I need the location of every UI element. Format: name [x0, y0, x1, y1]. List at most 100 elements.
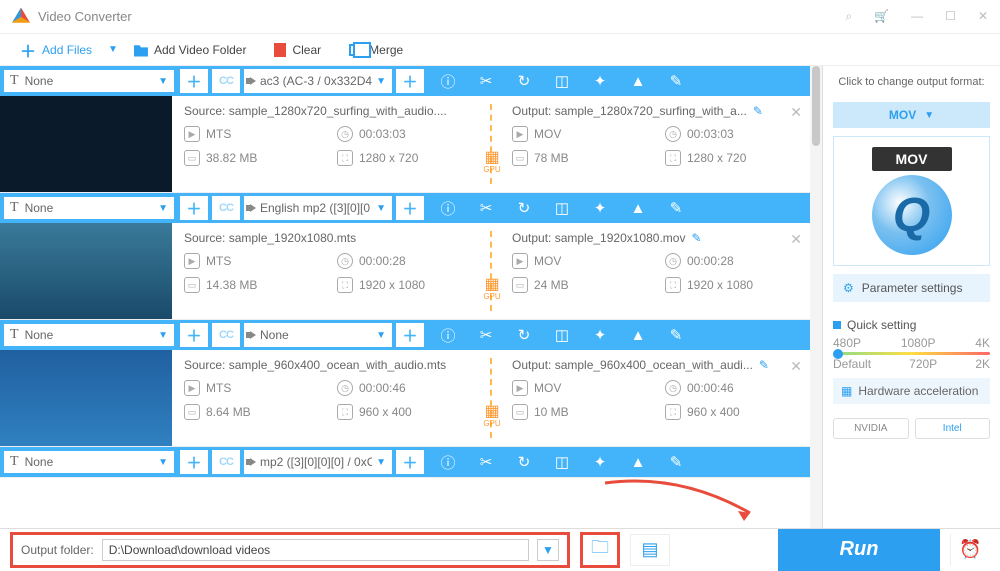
schedule-icon[interactable]: ⏰	[950, 534, 990, 566]
edit-tool-icon[interactable]: ✎	[658, 320, 694, 350]
source-size: ▭38.82 MB	[184, 150, 317, 166]
output-size: ▭78 MB	[512, 150, 645, 166]
video-thumbnail[interactable]	[0, 96, 172, 192]
info-tool-icon[interactable]: ⓘ	[430, 193, 466, 223]
rotate-tool-icon[interactable]: ↻	[506, 320, 542, 350]
audio-dropdown[interactable]: mp2 ([3][0][0][0] / 0xC▼	[244, 450, 392, 474]
rename-icon[interactable]: ✎	[753, 104, 763, 118]
clock-icon: ◷	[337, 126, 353, 142]
effects-tool-icon[interactable]: ✦	[582, 66, 618, 96]
watermark-tool-icon[interactable]: ▲	[620, 193, 656, 223]
subtitle-dropdown[interactable]: TNone▼	[3, 69, 175, 93]
crop-tool-icon[interactable]: ◫	[544, 447, 580, 477]
add-subtitle-button[interactable]: ＋	[180, 323, 208, 347]
audio-dropdown[interactable]: ac3 (AC-3 / 0x332D4▼	[244, 69, 392, 93]
add-subtitle-button[interactable]: ＋	[180, 450, 208, 474]
app-logo	[12, 8, 30, 26]
app-title: Video Converter	[38, 9, 132, 24]
output-filename: Output: sample_1280x720_surfing_with_a..…	[512, 104, 747, 118]
video-thumbnail[interactable]	[0, 350, 172, 446]
watermark-tool-icon[interactable]: ▲	[620, 447, 656, 477]
hardware-acceleration-toggle[interactable]: ▦Hardware acceleration	[833, 378, 990, 404]
rotate-tool-icon[interactable]: ↻	[506, 193, 542, 223]
watermark-tool-icon[interactable]: ▲	[620, 66, 656, 96]
format-dropdown[interactable]: MOV▼	[833, 102, 990, 128]
gpu-badge: GPU	[481, 277, 503, 299]
cut-tool-icon[interactable]: ✂	[468, 320, 504, 350]
cut-tool-icon[interactable]: ✂	[468, 66, 504, 96]
maximize-icon[interactable]: ☐	[945, 9, 956, 24]
crop-tool-icon[interactable]: ◫	[544, 66, 580, 96]
watermark-tool-icon[interactable]: ▲	[620, 320, 656, 350]
subtitle-dropdown[interactable]: TNone▼	[3, 323, 175, 347]
add-audio-button[interactable]: ＋	[396, 450, 424, 474]
sliders-icon: ⚙	[843, 281, 854, 295]
add-files-dropdown[interactable]: ▼	[108, 44, 118, 55]
cc-button[interactable]: CC	[212, 69, 240, 93]
remove-item-icon[interactable]: ✕	[790, 231, 802, 248]
output-duration: ◷00:03:03	[665, 126, 798, 142]
browse-folder-button[interactable]: 🗀	[580, 532, 620, 568]
format-badge: MOV	[872, 147, 952, 171]
gpu-badge: GPU	[481, 404, 503, 426]
parameter-settings-button[interactable]: ⚙Parameter settings	[833, 274, 990, 302]
cut-tool-icon[interactable]: ✂	[468, 447, 504, 477]
run-button[interactable]: Run	[778, 529, 940, 571]
quality-slider[interactable]: 480P1080P4K Default720P2K	[833, 336, 990, 360]
cart-icon[interactable]: 🛒	[874, 9, 889, 24]
cc-button[interactable]: CC	[212, 323, 240, 347]
minimize-icon[interactable]: —	[911, 9, 923, 24]
add-subtitle-button[interactable]: ＋	[180, 196, 208, 220]
rotate-tool-icon[interactable]: ↻	[506, 447, 542, 477]
list-item: TNone▼ ＋ CC None▼ ＋ ⓘ✂↻◫✦▲✎ Source: samp…	[0, 320, 810, 447]
output-folder-dropdown[interactable]: ▼	[537, 539, 559, 561]
add-audio-button[interactable]: ＋	[396, 196, 424, 220]
rotate-tool-icon[interactable]: ↻	[506, 66, 542, 96]
resolution-icon: ⛶	[337, 150, 353, 166]
output-folder-group: Output folder: ▼	[10, 532, 570, 568]
add-subtitle-button[interactable]: ＋	[180, 69, 208, 93]
nvidia-chip[interactable]: NVIDIA	[833, 418, 909, 439]
video-thumbnail[interactable]	[0, 223, 172, 319]
list-item: TNone▼ ＋ CC English mp2 ([3][0][0▼ ＋ ⓘ✂↻…	[0, 193, 810, 320]
format-preview[interactable]: MOV	[833, 136, 990, 266]
edit-tool-icon[interactable]: ✎	[658, 193, 694, 223]
edit-tool-icon[interactable]: ✎	[658, 447, 694, 477]
add-audio-button[interactable]: ＋	[396, 323, 424, 347]
crop-tool-icon[interactable]: ◫	[544, 320, 580, 350]
audio-dropdown[interactable]: English mp2 ([3][0][0▼	[244, 196, 392, 220]
add-files-button[interactable]: ＋Add Files	[8, 34, 104, 66]
subtitle-dropdown[interactable]: TNone▼	[3, 196, 175, 220]
cc-button[interactable]: CC	[212, 196, 240, 220]
info-tool-icon[interactable]: ⓘ	[430, 66, 466, 96]
cc-button[interactable]: CC	[212, 450, 240, 474]
info-tool-icon[interactable]: ⓘ	[430, 447, 466, 477]
output-folder-input[interactable]	[102, 539, 529, 561]
effects-tool-icon[interactable]: ✦	[582, 447, 618, 477]
remove-item-icon[interactable]: ✕	[790, 104, 802, 121]
add-audio-button[interactable]: ＋	[396, 69, 424, 93]
subtitle-dropdown[interactable]: TNone▼	[3, 450, 175, 474]
effects-tool-icon[interactable]: ✦	[582, 193, 618, 223]
remove-item-icon[interactable]: ✕	[790, 358, 802, 375]
crop-tool-icon[interactable]: ◫	[544, 193, 580, 223]
clear-button[interactable]: Clear	[262, 39, 333, 61]
merge-button[interactable]: Merge	[337, 39, 415, 61]
effects-tool-icon[interactable]: ✦	[582, 320, 618, 350]
audio-dropdown[interactable]: None▼	[244, 323, 392, 347]
info-tool-icon[interactable]: ⓘ	[430, 320, 466, 350]
queue-icon[interactable]: ▤	[630, 534, 670, 566]
output-filename: Output: sample_1920x1080.mov	[512, 231, 685, 245]
cut-tool-icon[interactable]: ✂	[468, 193, 504, 223]
intel-chip[interactable]: Intel	[915, 418, 991, 439]
scrollbar[interactable]	[810, 66, 822, 528]
rename-icon[interactable]: ✎	[691, 231, 701, 245]
add-folder-button[interactable]: Add Video Folder	[122, 39, 259, 61]
format-label: Click to change output format:	[833, 76, 990, 88]
close-icon[interactable]: ✕	[978, 9, 988, 24]
gpu-badge: GPU	[481, 150, 503, 172]
rename-icon[interactable]: ✎	[759, 358, 769, 372]
source-resolution: ⛶1280 x 720	[337, 150, 470, 166]
search-icon[interactable]: ⌕	[845, 9, 852, 24]
edit-tool-icon[interactable]: ✎	[658, 66, 694, 96]
